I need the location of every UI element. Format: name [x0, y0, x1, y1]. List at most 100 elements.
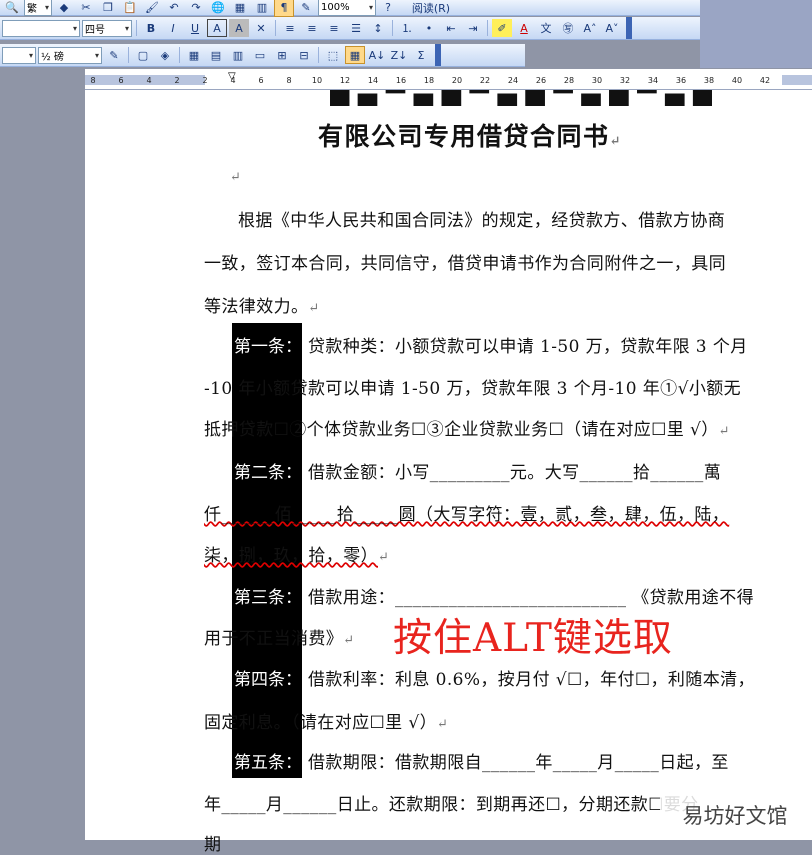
formatting-toolbar: ▾ 四号 ▾ B I U A A ✕ ≡ ≡ ≡ ☰ ↕ ⒈ • ⇤ ⇥ ✐ A …: [0, 17, 700, 40]
paragraph-mark-icon: ↵: [308, 301, 320, 316]
scissors-icon[interactable]: ✂: [76, 0, 96, 17]
gridlines-icon[interactable]: ▦: [345, 46, 365, 64]
ruler-tick-label: 6: [258, 76, 264, 85]
read-button[interactable]: 阅读(R): [400, 0, 462, 17]
italic-button[interactable]: I: [163, 19, 183, 37]
line-weight-combo[interactable]: ½ 磅 ▾: [38, 46, 102, 64]
sort-descending-icon[interactable]: Z↓: [389, 46, 409, 64]
copy-icon[interactable]: ❐: [98, 0, 118, 17]
document-background: [0, 69, 85, 840]
align-right-icon[interactable]: ≡: [324, 19, 344, 37]
insert-table-icon[interactable]: ▦: [184, 46, 204, 64]
article-3-line-1: 借款用途：__________________________ 《贷款用途不得: [308, 588, 755, 608]
ruler-tick-label: 20: [451, 76, 463, 85]
columns-icon[interactable]: ▥: [252, 0, 272, 17]
numbering-icon[interactable]: ⒈: [397, 19, 417, 37]
paragraph-mark-icon: ↵: [609, 134, 622, 149]
article-3-label: 第三条：: [234, 588, 302, 608]
ruler-tick-label: 2: [202, 76, 208, 85]
article-2-line-1: 借款金额：小写_________元。大写______拾______萬: [308, 463, 722, 483]
toolbar-dock-area: [700, 0, 812, 68]
drawing-icon[interactable]: ✎: [296, 0, 316, 17]
line-spacing-icon[interactable]: ↕: [368, 19, 388, 37]
hyperlink-icon[interactable]: 🌐: [208, 0, 228, 17]
distribute-cols-icon[interactable]: ⊟: [294, 46, 314, 64]
font-color-button[interactable]: A: [514, 19, 534, 37]
increase-indent-icon[interactable]: ⇥: [463, 19, 483, 37]
align-center-icon[interactable]: ≡: [302, 19, 322, 37]
enclose-icon[interactable]: ㊢: [558, 19, 578, 37]
toolbar-options-icon[interactable]: [435, 44, 441, 66]
separator: [136, 20, 137, 36]
toolbar-options-icon[interactable]: [626, 17, 632, 39]
autosum-button[interactable]: Σ: [411, 46, 431, 64]
shrink-font-icon[interactable]: A˅: [602, 19, 622, 37]
article-3-line-2: 用于不正当消费》↵: [204, 629, 355, 649]
underline-button[interactable]: U: [185, 19, 205, 37]
autoformat-icon[interactable]: ⬚: [323, 46, 343, 64]
article-4-label: 第四条：: [234, 670, 302, 690]
ruler-tick-label: 4: [146, 76, 152, 85]
show-marks-icon[interactable]: ¶: [274, 0, 294, 17]
char-border-button[interactable]: A: [207, 19, 227, 37]
table-icon[interactable]: ▦: [230, 0, 250, 17]
line-style-combo[interactable]: ▾: [2, 46, 36, 64]
bullets-icon[interactable]: •: [419, 19, 439, 37]
paragraph-mark-icon: ↵: [343, 633, 355, 648]
ruler-tick-label: 8: [90, 76, 96, 85]
sort-ascending-button[interactable]: A↓: [367, 46, 387, 64]
zoom-combo[interactable]: 100% ▾: [318, 0, 376, 16]
ruler-tick-label: 10: [311, 76, 323, 85]
style-combo[interactable]: 繁 ▾: [24, 0, 52, 16]
ruler-tick-label: 32: [619, 76, 631, 85]
separator: [487, 20, 488, 36]
article-4-line-1: 借款利率：利息 0.6%，按月付 √☐，年付☐，利随本清，: [308, 670, 755, 690]
ruler-left-margin: [85, 75, 205, 85]
decrease-indent-icon[interactable]: ⇤: [441, 19, 461, 37]
alt-select-annotation: 按住ALT键选取: [393, 616, 673, 661]
help-icon[interactable]: ?: [378, 0, 398, 17]
watermark: 易坊好文馆: [660, 793, 810, 837]
ruler-tick-label: 26: [535, 76, 547, 85]
bold-button[interactable]: B: [141, 19, 161, 37]
cell-align-icon[interactable]: ▭: [250, 46, 270, 64]
ruler-tick-label: 22: [479, 76, 491, 85]
font-size-combo[interactable]: 四号 ▾: [82, 19, 132, 37]
intro-line-1: 根据《中华人民共和国合同法》的规定，经贷款方、借款方协商: [238, 211, 726, 231]
article-5-line-1: 借款期限：借款期限自______年_____月_____日起，至: [308, 753, 729, 773]
article-5-label: 第五条：: [234, 753, 302, 773]
highlight-icon[interactable]: ✐: [492, 19, 512, 37]
undo-icon[interactable]: ↶: [164, 0, 184, 17]
font-name-combo[interactable]: ▾: [2, 19, 80, 37]
search-icon[interactable]: 🔍: [2, 0, 22, 17]
char-shade-button[interactable]: A: [229, 19, 249, 37]
research-icon[interactable]: ◆: [54, 0, 74, 17]
horizontal-ruler[interactable]: ▽ 8 6 4 2 2 4 6 8 10 12 14 16 18 20 22 24 26 28 30 32 34 36 38…: [85, 69, 812, 90]
article-1-line-3: 抵押贷款☐②个体贷款业务☐③企业贷款业务☐（请在对应☐里 √）↵: [204, 420, 730, 440]
borders-icon[interactable]: ▢: [133, 46, 153, 64]
format-painter-icon[interactable]: 🖌: [142, 0, 162, 17]
paste-icon[interactable]: 📋: [120, 0, 140, 17]
char-scale-icon[interactable]: ✕: [251, 19, 271, 37]
ruler-tick-label: 4: [230, 76, 236, 85]
merge-cells-icon[interactable]: ▤: [206, 46, 226, 64]
separator: [179, 47, 180, 63]
distribute-rows-icon[interactable]: ⊞: [272, 46, 292, 64]
ruler-tick-label: 42: [759, 76, 771, 85]
separator: [275, 20, 276, 36]
ruler-tick-label: 28: [563, 76, 575, 85]
ruler-tick-label: 16: [395, 76, 407, 85]
grow-font-icon[interactable]: A˄: [580, 19, 600, 37]
article-4-line-2: 固定利息。（请在对应☐里 √）↵: [204, 713, 449, 733]
shading-icon[interactable]: ◈: [155, 46, 175, 64]
border-color-icon[interactable]: ✎: [104, 46, 124, 64]
ruler-tick-label: 2: [174, 76, 180, 85]
split-cells-icon[interactable]: ▥: [228, 46, 248, 64]
article-5-line-2: 年_____月______日止。还款期限：到期再还☐，分期还款☐要分: [204, 795, 699, 815]
phonetic-icon[interactable]: 文: [536, 19, 556, 37]
redo-icon[interactable]: ↷: [186, 0, 206, 17]
distribute-icon[interactable]: ☰: [346, 19, 366, 37]
align-left-icon[interactable]: ≡: [280, 19, 300, 37]
paragraph-mark-icon: ↵: [230, 170, 242, 185]
ruler-tick-label: 8: [286, 76, 292, 85]
